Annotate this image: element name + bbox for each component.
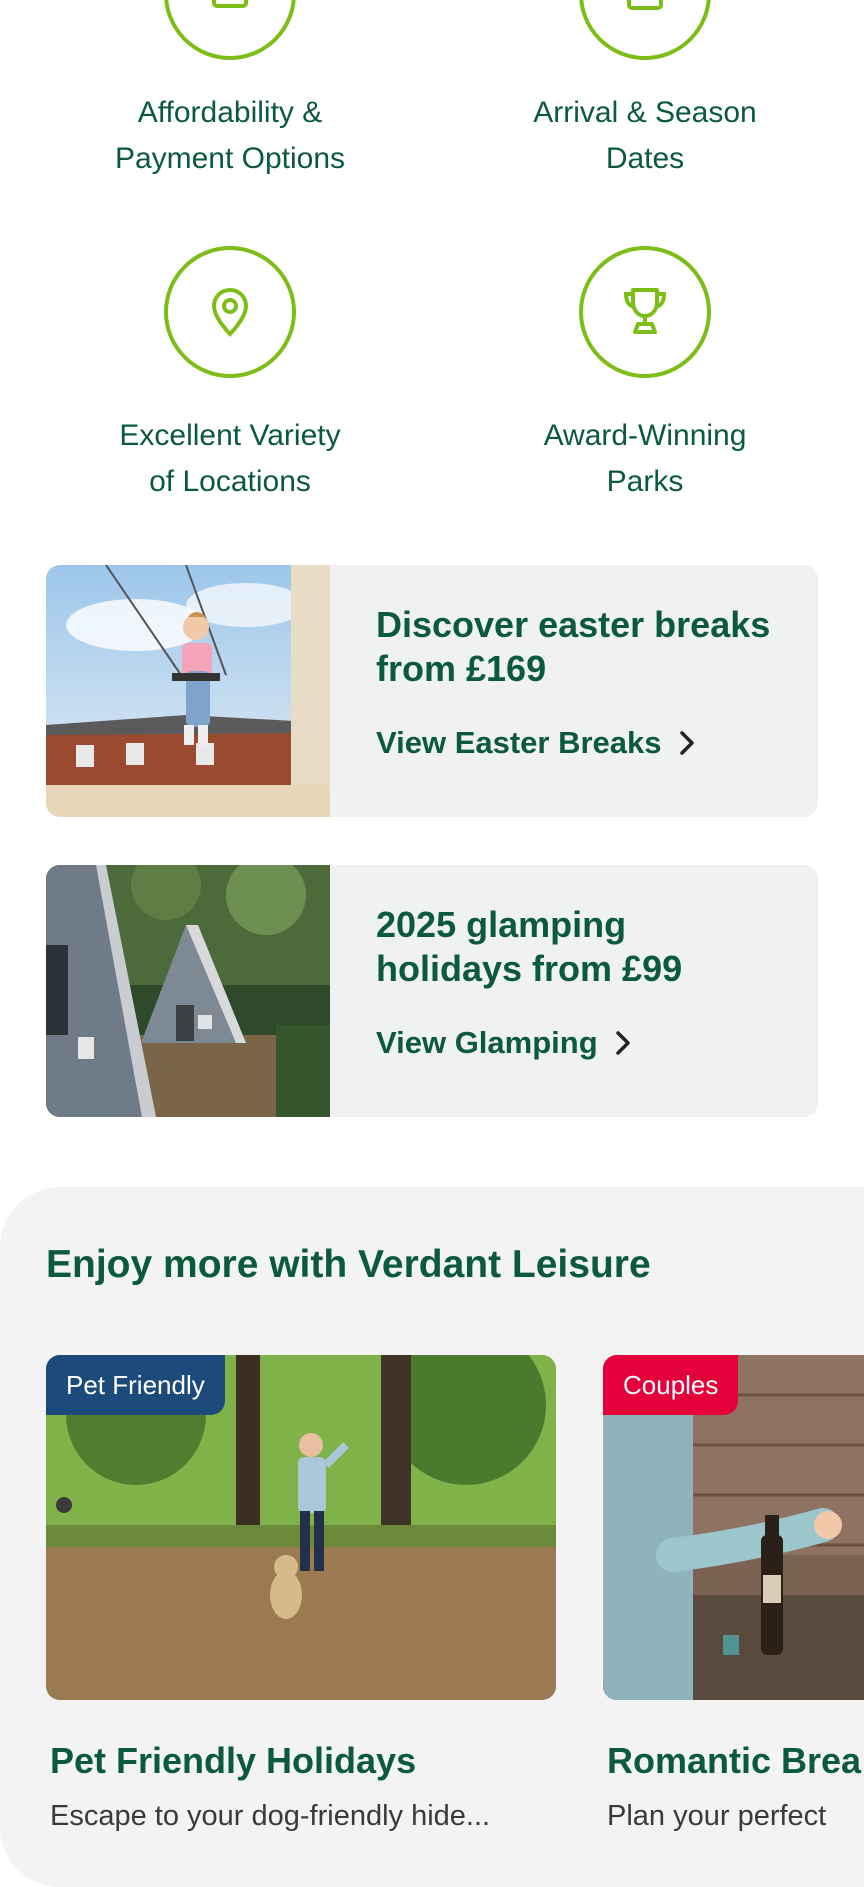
promo-glamping-title: 2025 glamping holidays from £99 bbox=[376, 904, 683, 989]
payment-icon bbox=[164, 0, 296, 60]
couples-badge: Couples bbox=[603, 1355, 739, 1415]
card-description: Escape to your dog-friendly hide... bbox=[50, 1800, 491, 1832]
card-description: Plan your perfect bbox=[607, 1800, 827, 1832]
couples-card[interactable]: Couples Romantic Brea Plan your perfect bbox=[603, 1355, 864, 1855]
view-glamping-link[interactable]: View Glamping bbox=[376, 1025, 632, 1061]
calendar-icon bbox=[579, 0, 711, 60]
easter-photo bbox=[46, 565, 330, 817]
chevron-right-icon bbox=[679, 731, 694, 755]
pet-friendly-badge: Pet Friendly bbox=[46, 1355, 225, 1415]
section-title: Enjoy more with Verdant Leisure bbox=[46, 1243, 651, 1286]
promo-easter-title: Discover easter breaks from £169 bbox=[376, 604, 771, 689]
chevron-right-icon bbox=[615, 1031, 630, 1055]
trophy-icon bbox=[579, 246, 711, 378]
feature-label: Award-Winning Parks bbox=[543, 419, 747, 498]
view-easter-breaks-link[interactable]: View Easter Breaks bbox=[376, 725, 696, 761]
promo-easter-card[interactable]: Discover easter breaks from £169 View Ea… bbox=[46, 565, 818, 817]
link-label: View Glamping bbox=[376, 1025, 598, 1060]
card-title: Pet Friendly Holidays bbox=[50, 1740, 417, 1781]
feature-label: Affordability & Payment Options bbox=[114, 96, 346, 175]
promo-glamping-card[interactable]: 2025 glamping holidays from £99 View Gla… bbox=[46, 865, 818, 1117]
card-title: Romantic Brea bbox=[607, 1740, 862, 1781]
link-label: View Easter Breaks bbox=[376, 725, 662, 760]
location-pin-icon bbox=[164, 246, 296, 378]
glamping-photo bbox=[46, 865, 330, 1117]
feature-label: Excellent Variety of Locations bbox=[119, 419, 341, 498]
feature-label: Arrival & Season Dates bbox=[533, 96, 757, 175]
